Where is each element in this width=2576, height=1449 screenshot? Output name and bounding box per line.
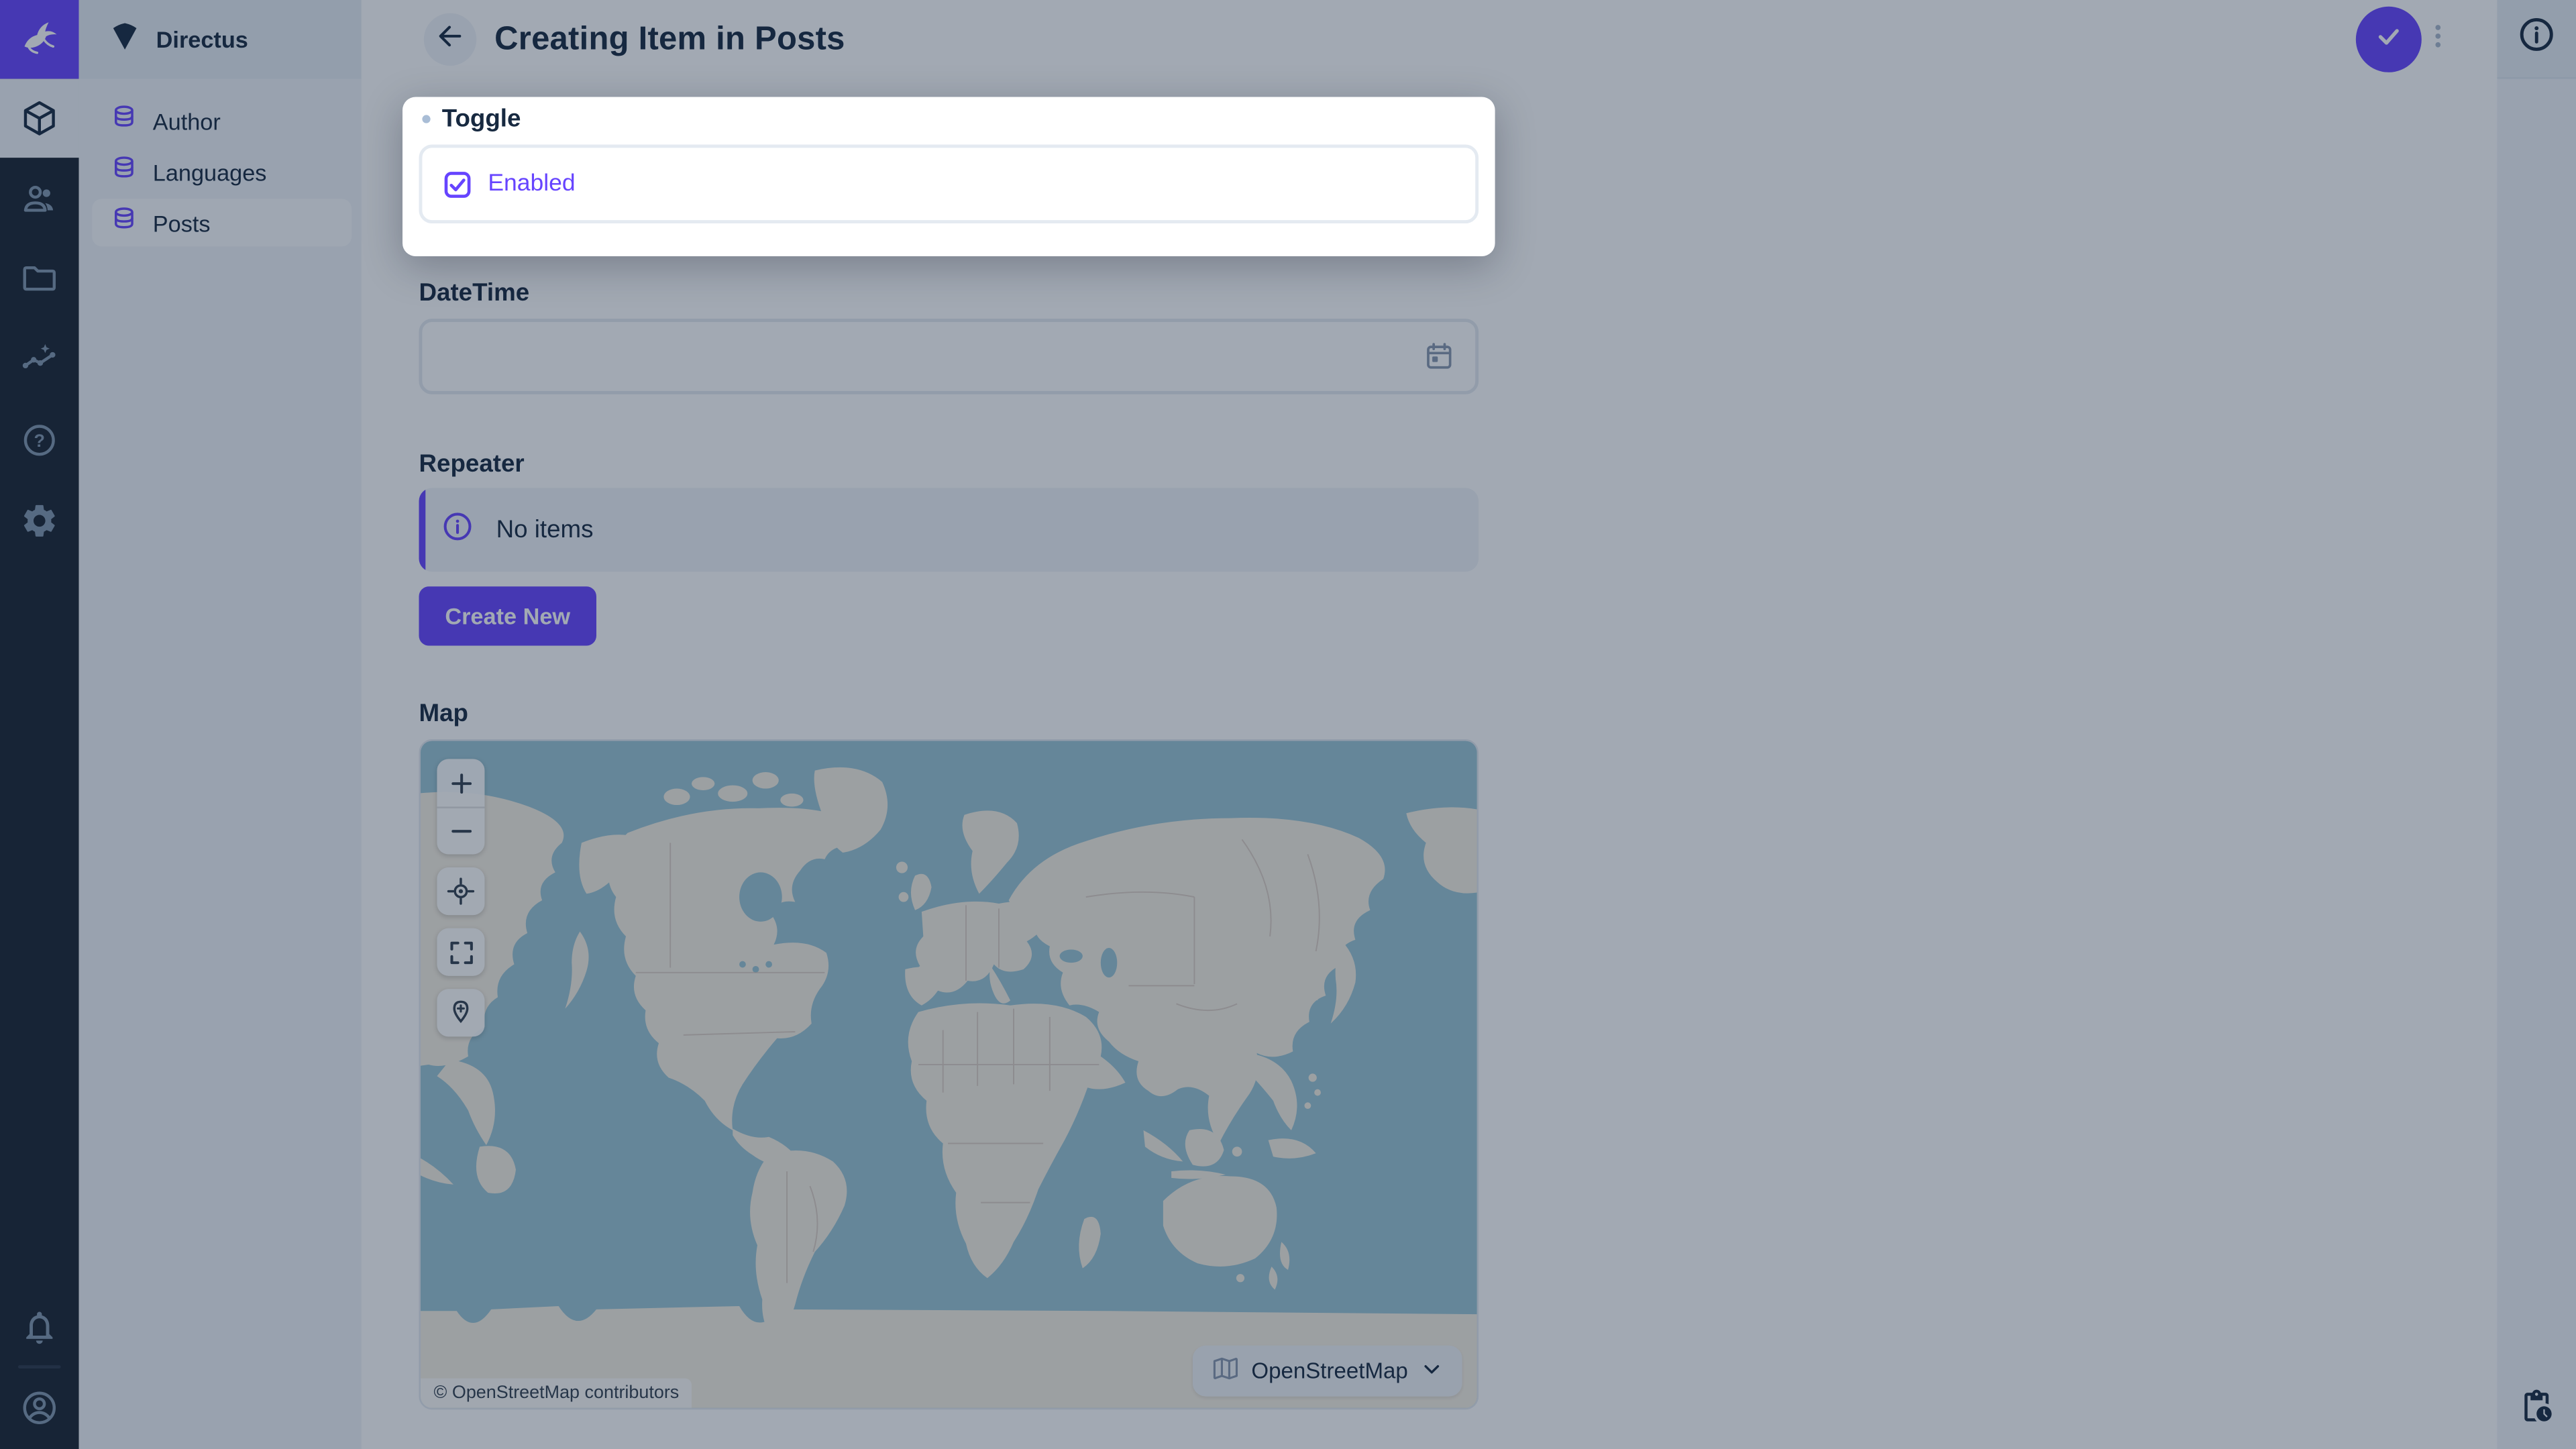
app: ? bbox=[0, 0, 2576, 1449]
enabled-checkbox-label[interactable]: Enabled bbox=[488, 171, 575, 197]
toggle-input: Enabled bbox=[419, 145, 1479, 224]
enabled-checkbox[interactable] bbox=[442, 168, 474, 200]
edited-dot bbox=[422, 115, 430, 123]
toggle-field-label: Toggle bbox=[442, 105, 521, 133]
toggle-field-card: Toggle Enabled bbox=[402, 97, 1495, 256]
